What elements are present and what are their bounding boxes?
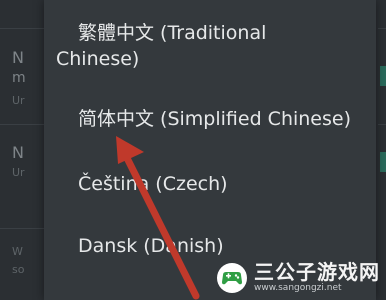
language-option-simplified-chinese[interactable]: 简体中文 (Simplified Chinese) — [56, 106, 366, 132]
bg-item-subtitle: so — [12, 263, 25, 276]
watermark-title: 三公子游戏网 — [254, 260, 380, 284]
language-label: 繁體中文 (Traditional — [78, 22, 267, 44]
language-option-danish[interactable]: Dansk (Danish) — [56, 233, 366, 259]
language-label-continued: Chinese) — [56, 48, 140, 70]
gamepad-logo-icon — [217, 262, 247, 293]
toggle-accent — [380, 152, 386, 172]
language-option-czech[interactable]: Čeština (Czech) — [56, 171, 366, 197]
language-dialog: 繁體中文 (Traditional Chinese) 简体中文 (Simplif… — [44, 0, 376, 300]
language-label: 简体中文 (Simplified Chinese) — [78, 108, 351, 130]
watermark: 三公子游戏网 www.sangongzi.net — [216, 261, 380, 294]
bg-item-subtitle: W — [12, 245, 23, 258]
bg-item-subtitle: Ur — [12, 166, 25, 179]
language-label: Čeština (Czech) — [78, 173, 228, 195]
divider — [0, 228, 44, 229]
divider — [0, 28, 44, 29]
bg-item-title: N — [12, 48, 24, 67]
language-label: Dansk (Danish) — [78, 235, 224, 257]
divider — [378, 124, 386, 125]
divider — [378, 28, 386, 29]
bg-item-title: N — [12, 143, 24, 162]
language-option-traditional-chinese[interactable]: 繁體中文 (Traditional Chinese) — [56, 20, 366, 72]
bg-item-title-2: m — [12, 70, 26, 86]
divider — [0, 124, 44, 125]
toggle-accent — [380, 66, 386, 86]
bg-item-subtitle: Ur — [12, 94, 25, 107]
watermark-url: www.sangongzi.net — [254, 283, 342, 293]
